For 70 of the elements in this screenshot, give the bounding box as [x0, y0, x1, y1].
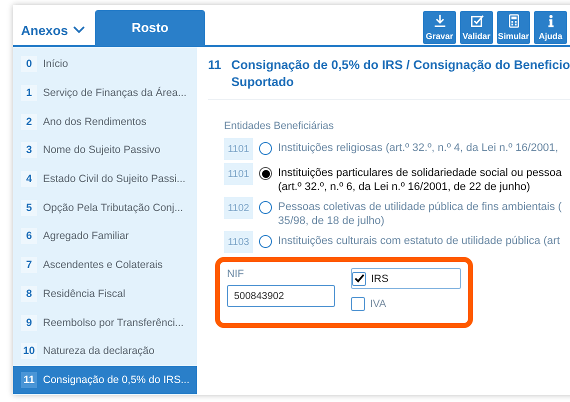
item-label: Consignação de 0,5% do IRS... [43, 374, 190, 386]
section-title: Suportado [231, 74, 295, 91]
sidebar-item[interactable]: 4 Estado Civil do Sujeito Passi... [13, 164, 197, 194]
item-number: 9 [21, 314, 37, 331]
sidebar-item[interactable]: 1 Serviço de Finanças da Área... [13, 78, 197, 108]
sidebar-item[interactable]: 9 Reembolso por Transferênci... [13, 308, 197, 337]
radio-button[interactable] [259, 201, 272, 214]
entity-option-text: Instituições particulares de solidariedade social ou pessoa [278, 166, 562, 180]
sidebar-item[interactable]: 3 Nome do Sujeito Passivo [13, 136, 197, 165]
section-title: Consignação de 0,5% do IRS / Consignação do Beneficio [231, 57, 570, 74]
item-number: 3 [21, 142, 37, 158]
checkbox[interactable] [352, 272, 366, 286]
download-icon [432, 14, 446, 28]
item-number: 6 [21, 228, 37, 244]
item-number: 8 [21, 286, 37, 302]
sidebar-item[interactable]: 10 Natureza da declaração [13, 336, 197, 366]
item-label: Nome do Sujeito Passivo [43, 144, 160, 156]
item-number: 11 [21, 372, 37, 388]
calculator-icon [506, 14, 520, 28]
sidebar-item[interactable]: 5 Opção Pela Tributação Conj... [13, 193, 197, 222]
item-label: Agregado Familiar [43, 230, 129, 242]
checkbox[interactable] [351, 296, 365, 310]
item-number: 5 [21, 200, 37, 216]
checkbox-label: IVA [370, 298, 386, 310]
sidebar-item[interactable]: 7 Ascendentes e Colaterais [13, 250, 197, 280]
item-number: 2 [21, 114, 37, 130]
toolbar-button[interactable]: Simular [497, 10, 530, 44]
item-number: 7 [21, 257, 37, 274]
item-number: 10 [21, 343, 37, 360]
item-label: Opção Pela Tributação Conj... [43, 202, 184, 214]
chevron-down-icon [72, 26, 85, 34]
radio-button[interactable] [259, 167, 272, 180]
item-label: Ascendentes e Colaterais [43, 259, 163, 272]
toolbar-button[interactable]: Gravar [423, 10, 456, 44]
entity-code: 1102 [224, 197, 253, 219]
nif-label: NIF [227, 268, 245, 280]
item-label: Serviço de Finanças da Área... [43, 87, 187, 100]
radio-button[interactable] [259, 235, 272, 248]
item-number: 1 [21, 85, 37, 102]
entity-option-text: (art.º 32.º, n.º 6, da Lei n.º 16/2001, de 22 de junho) [278, 180, 532, 194]
sidebar-item[interactable]: 6 Agregado Familiar [13, 222, 197, 251]
entity-option-text: Pessoas coletivas de utilidade pública de fins ambientais ( [278, 200, 562, 214]
radio-button[interactable] [259, 142, 272, 155]
annexes-menu[interactable]: Anexos [21, 15, 95, 45]
checkbox-icon [470, 14, 484, 28]
sidebar-item[interactable]: 2 Ano dos Rendimentos [13, 107, 197, 136]
item-number: 4 [21, 171, 37, 188]
toolbar-button[interactable]: Ajuda [534, 10, 567, 44]
entity-code: 1103 [224, 231, 253, 253]
sidebar-item[interactable]: 8 Residência Fiscal [13, 280, 197, 308]
entity-option-text: 35/98, de 18 de julho) [278, 214, 386, 228]
entity-option-text: Instituições religiosas (art.º 32.º, n.º 4, da Lei n.º 16/2001, [278, 141, 558, 155]
toolbar-button[interactable]: Validar [460, 10, 493, 44]
item-label: Reembolso por Transferênci... [43, 316, 184, 329]
item-number: 0 [21, 56, 37, 72]
entity-code: 1101 [224, 163, 253, 185]
item-label: Natureza da declaração [43, 345, 154, 358]
item-label: Residência Fiscal [43, 288, 126, 300]
tab[interactable]: Rosto [95, 10, 205, 45]
item-label: Início [43, 58, 68, 70]
field-label: Entidades Beneficiárias [224, 120, 335, 132]
section-number: 11 [208, 57, 222, 74]
checkbox-label: IRS [371, 272, 389, 284]
sidebar-item[interactable]: 0 Início [13, 50, 197, 79]
nif-input[interactable]: 500843902 [227, 285, 335, 307]
item-label: Estado Civil do Sujeito Passi... [43, 173, 186, 186]
entity-option-text: Instituições culturais com estatuto de utilidade pública (art [278, 234, 560, 248]
entity-code: 1101 [224, 138, 253, 160]
item-label: Ano dos Rendimentos [43, 116, 146, 128]
sidebar-item[interactable]: 11 Consignação de 0,5% do IRS... [13, 366, 197, 394]
